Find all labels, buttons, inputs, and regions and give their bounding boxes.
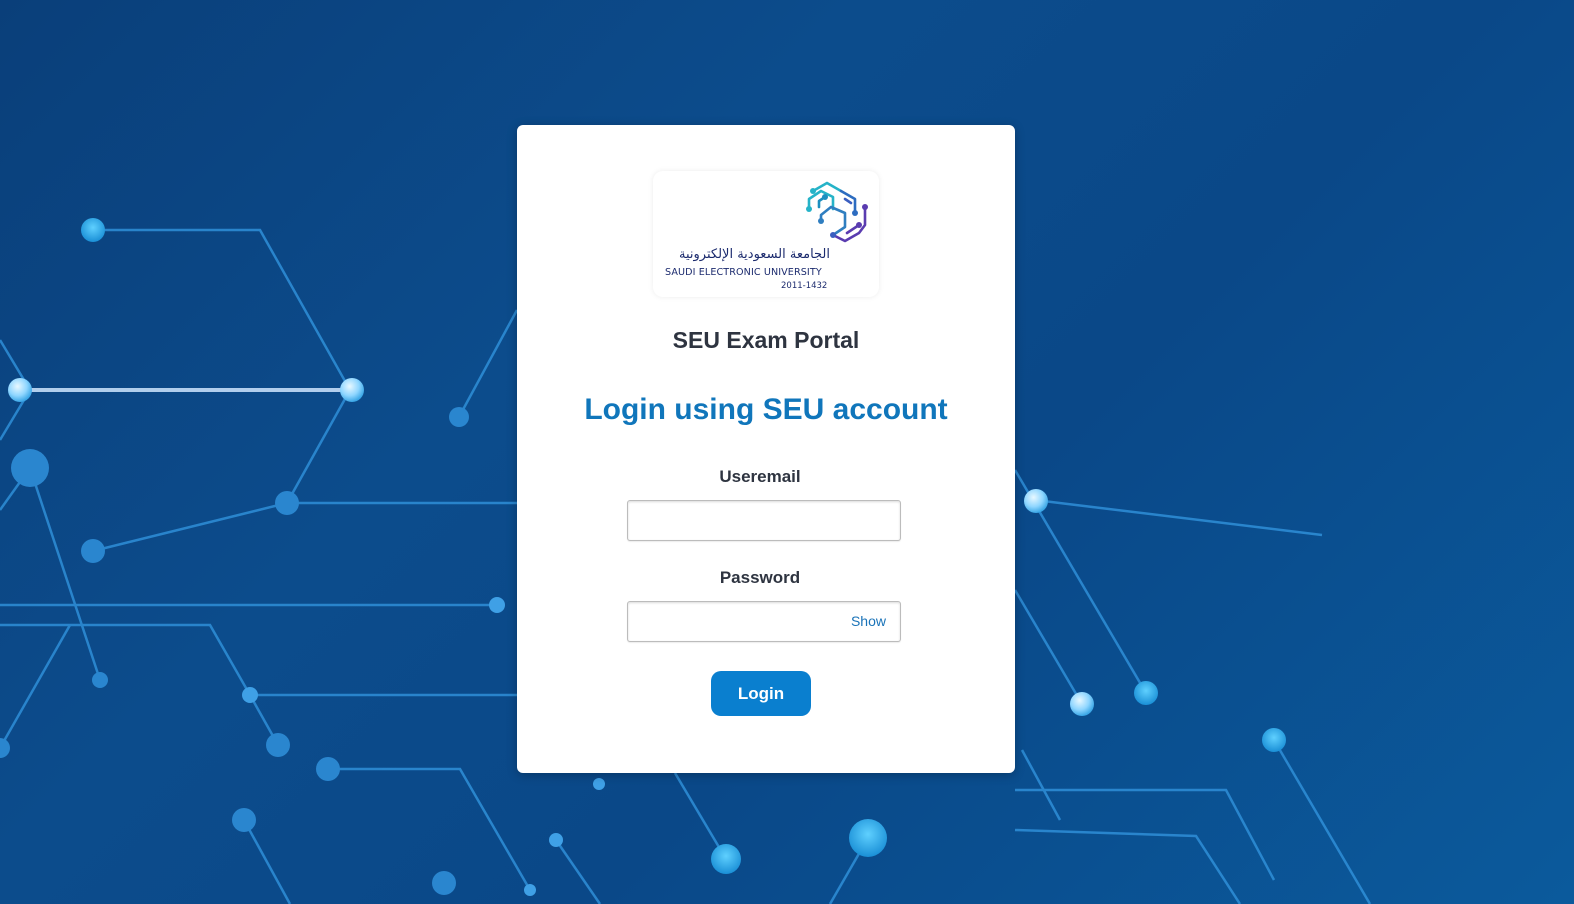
logo-english-name: SAUDI ELECTRONIC UNIVERSITY bbox=[665, 267, 822, 278]
login-button[interactable]: Login bbox=[711, 671, 811, 716]
password-field-group: Show bbox=[627, 601, 901, 642]
password-label: Password bbox=[719, 568, 801, 587]
logo-year: 2011-1432 bbox=[781, 281, 828, 291]
logo-arabic-name: الجامعة السعودية الإلكترونية bbox=[679, 247, 830, 262]
email-label: Useremail bbox=[719, 467, 801, 486]
portal-title: SEU Exam Portal bbox=[672, 327, 860, 353]
seu-logo-icon bbox=[806, 181, 868, 243]
email-field[interactable] bbox=[627, 500, 901, 541]
show-password-toggle[interactable]: Show bbox=[851, 613, 886, 629]
login-heading: Login using SEU account bbox=[584, 393, 948, 426]
university-logo: الجامعة السعودية الإلكترونية SAUDI ELECT… bbox=[653, 171, 879, 297]
login-card: الجامعة السعودية الإلكترونية SAUDI ELECT… bbox=[517, 125, 1015, 773]
